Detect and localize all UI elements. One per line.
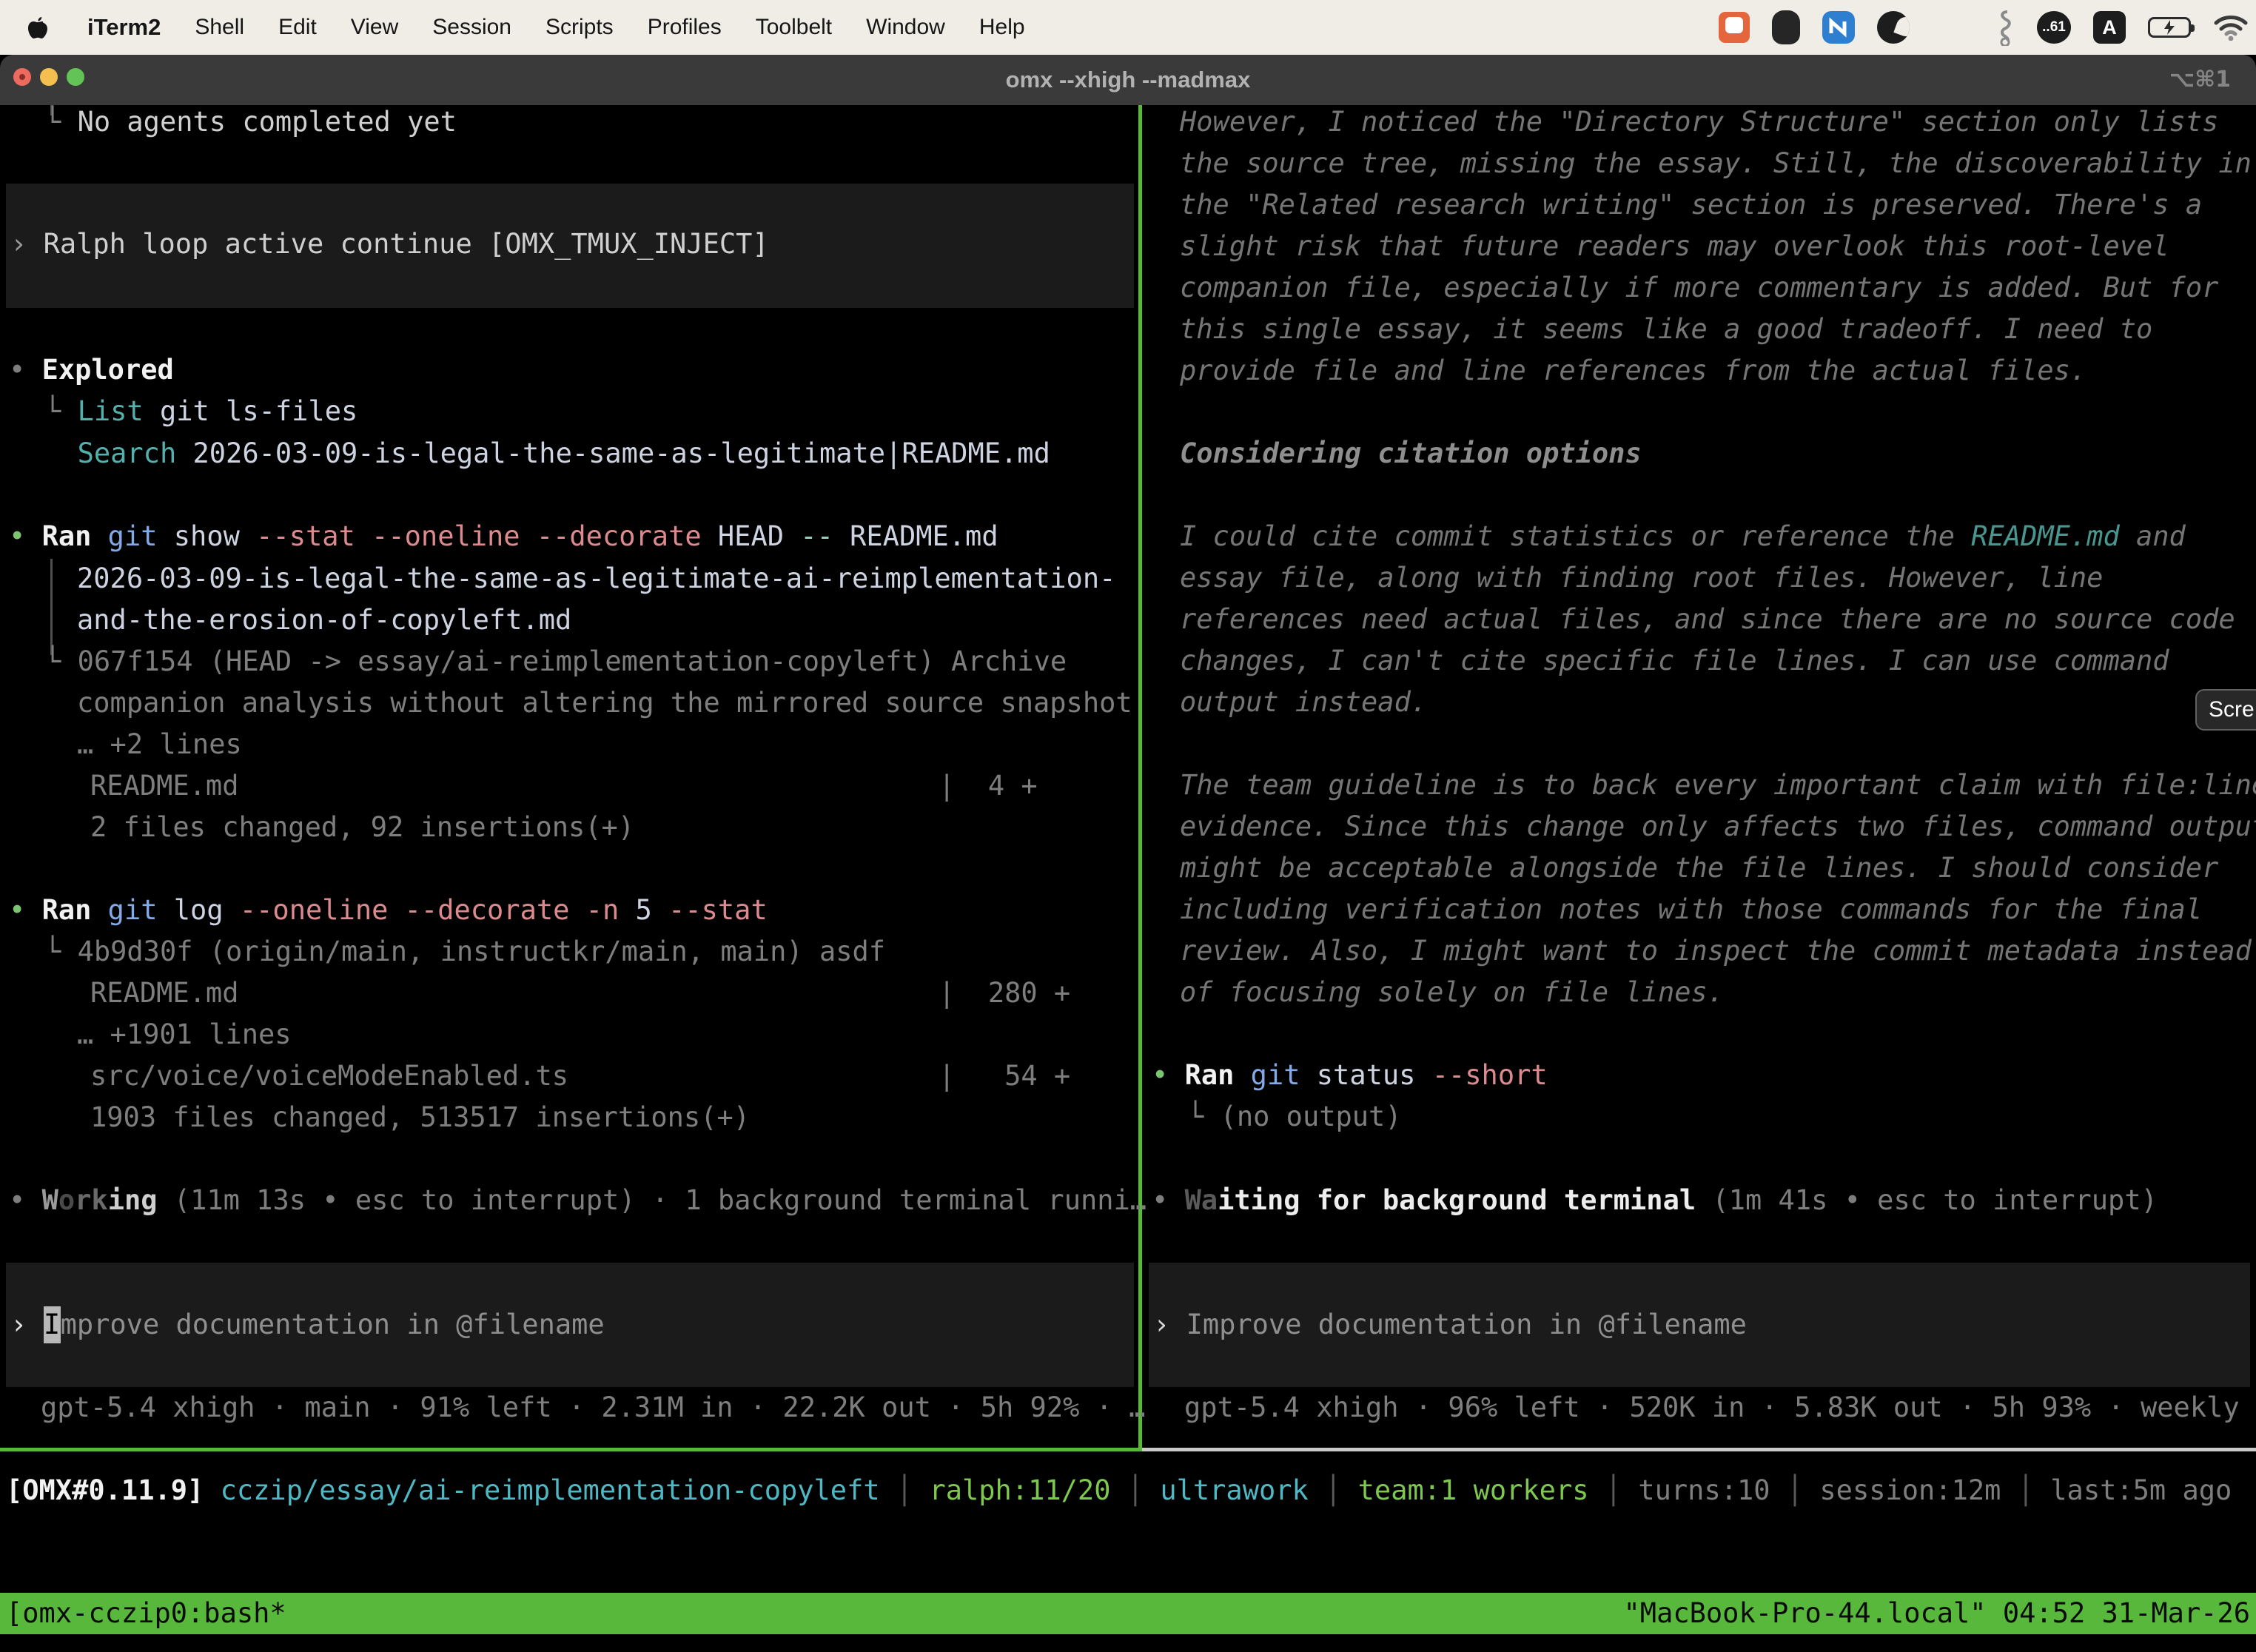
command-wrap-line: and-the-erosion-of-copyleft.md bbox=[77, 602, 571, 639]
tmux-session-name[interactable]: [omx-cczip0:bash* bbox=[0, 1597, 286, 1629]
menu-bar: iTerm2 Shell Edit View Session Scripts P… bbox=[0, 0, 2256, 55]
diffstat-line: src/voice/voiceModeEnabled.ts| 54 + bbox=[90, 1058, 1134, 1095]
git-show-output: └ 067f154 (HEAD -> essay/ai-reimplementa… bbox=[44, 643, 1067, 680]
keyboard-layout-icon[interactable]: A bbox=[2093, 11, 2126, 44]
reasoning-line: slight risk that future readers may over… bbox=[1180, 228, 2169, 265]
screen-recording-indicator-icon[interactable] bbox=[1719, 12, 1750, 43]
omx-status-bar: [OMX#0.11.9] cczip/essay/ai-reimplementa… bbox=[6, 1472, 2232, 1509]
terminal-line: └ No agents completed yet bbox=[44, 104, 457, 141]
menu-item-profiles[interactable]: Profiles bbox=[648, 15, 722, 40]
reasoning-line: review. Also, I might want to inspect th… bbox=[1180, 933, 2252, 970]
ran-git-status-line: • Ran git status --short bbox=[1152, 1057, 1548, 1094]
reasoning-line: of focusing solely on file lines. bbox=[1180, 974, 1724, 1011]
reasoning-line: The team guideline is to back every impo… bbox=[1180, 767, 2256, 804]
reasoning-line: I could cite commit statistics or refere… bbox=[1180, 518, 2186, 555]
reasoning-line: provide file and line references from th… bbox=[1180, 352, 2087, 389]
dark-pie-icon[interactable] bbox=[1877, 11, 1910, 44]
git-show-output: 2 files changed, 92 insertions(+) bbox=[90, 809, 634, 846]
ran-git-show-line: • Ran git show --stat --oneline --decora… bbox=[9, 518, 998, 555]
reasoning-line: essay file, along with finding root file… bbox=[1180, 560, 2103, 597]
git-show-output: companion analysis without altering the … bbox=[77, 685, 1132, 722]
menu-item-window[interactable]: Window bbox=[866, 15, 945, 40]
reasoning-line: changes, I can't cite specific file line… bbox=[1180, 642, 2169, 679]
left-prompt-input[interactable]: › Improve documentation in @filename bbox=[10, 1306, 605, 1343]
reasoning-line: references need actual files, and since … bbox=[1180, 601, 2235, 638]
squiggle-icon[interactable] bbox=[1995, 9, 2015, 46]
reasoning-line: companion file, especially if more comme… bbox=[1180, 269, 2218, 306]
window-title: omx --xhigh --madmax bbox=[0, 55, 2256, 105]
window-shortcut: ⌥⌘1 bbox=[2169, 55, 2231, 105]
menu-item-view[interactable]: View bbox=[351, 15, 398, 40]
reasoning-line: the "Related research writing" section i… bbox=[1180, 187, 2202, 224]
reasoning-line: evidence. Since this change only affects… bbox=[1180, 808, 2256, 845]
ralph-inject-line: › Ralph loop active continue [OMX_TMUX_I… bbox=[10, 226, 769, 263]
git-log-output: … +1901 lines bbox=[77, 1016, 292, 1053]
left-session-status: gpt-5.4 xhigh · main · 91% left · 2.31M … bbox=[41, 1389, 1145, 1426]
menu-item-shell[interactable]: Shell bbox=[195, 15, 244, 40]
menu-item-scripts[interactable]: Scripts bbox=[545, 15, 614, 40]
no-output-line: └ (no output) bbox=[1187, 1098, 1402, 1135]
grid-shield-icon[interactable] bbox=[1772, 10, 1800, 44]
menu-item-iterm2[interactable]: iTerm2 bbox=[87, 14, 161, 41]
menu-item-session[interactable]: Session bbox=[432, 15, 511, 40]
waiting-status-line: • Waiting for background terminal (1m 41… bbox=[1152, 1182, 2158, 1219]
reasoning-line: However, I noticed the "Directory Struct… bbox=[1180, 104, 2218, 141]
left-pane-bottom-border bbox=[0, 1448, 1142, 1451]
git-show-output: … +2 lines bbox=[77, 726, 242, 763]
right-pane-bottom-border bbox=[1142, 1448, 2256, 1451]
text-cursor: I bbox=[44, 1306, 61, 1343]
reasoning-heading: Considering citation options bbox=[1180, 435, 1642, 472]
blue-zigzag-icon[interactable] bbox=[1822, 11, 1855, 44]
badge-61-icon[interactable]: ..61 bbox=[2037, 11, 2071, 44]
right-session-status: gpt-5.4 xhigh · 96% left · 520K in · 5.8… bbox=[1184, 1389, 2256, 1426]
tmux-host-clock: "MacBook-Pro-44.local" 04:52 31-Mar-26 bbox=[1624, 1593, 2250, 1634]
pane-divider[interactable] bbox=[1138, 105, 1142, 1448]
screenshot-tooltip[interactable]: Scre bbox=[2195, 689, 2256, 731]
menu-item-toolbelt[interactable]: Toolbelt bbox=[756, 15, 832, 40]
right-prompt-input[interactable]: › Improve documentation in @filename bbox=[1153, 1306, 1747, 1343]
tmux-status-bar: [omx-cczip0:bash* "MacBook-Pro-44.local" … bbox=[0, 1593, 2256, 1634]
working-status-line: • Working (11m 13s • esc to interrupt) ·… bbox=[9, 1182, 1147, 1219]
tool-search-line: Search 2026-03-09-is-legal-the-same-as-l… bbox=[44, 435, 1050, 472]
battery-icon[interactable] bbox=[2148, 17, 2191, 38]
explored-header: • Explored bbox=[9, 352, 174, 389]
ran-git-log-line: • Ran git log --oneline --decorate -n 5 … bbox=[9, 892, 768, 929]
diffstat-line: README.md| 280 + bbox=[90, 975, 1134, 1012]
git-log-output: 1903 files changed, 513517 insertions(+) bbox=[90, 1099, 750, 1136]
reasoning-line: might be acceptable alongside the file l… bbox=[1180, 850, 2218, 887]
reasoning-line: this single essay, it seems like a good … bbox=[1180, 311, 2152, 348]
tree-guide bbox=[50, 559, 53, 655]
menu-item-help[interactable]: Help bbox=[979, 15, 1025, 40]
tool-list-line: └ List git ls-files bbox=[44, 393, 357, 430]
wifi-icon[interactable] bbox=[2213, 14, 2249, 41]
diffstat-line: README.md| 4 + bbox=[90, 768, 1134, 805]
reasoning-line: the source tree, missing the essay. Stil… bbox=[1180, 145, 2252, 182]
apple-menu-icon[interactable] bbox=[27, 15, 49, 40]
command-wrap-line: 2026-03-09-is-legal-the-same-as-legitima… bbox=[77, 560, 1115, 597]
menu-item-edit[interactable]: Edit bbox=[278, 15, 317, 40]
git-log-output: └ 4b9d30f (origin/main, instructkr/main,… bbox=[44, 933, 885, 970]
reasoning-line: including verification notes with those … bbox=[1180, 891, 2202, 928]
reasoning-line: output instead. bbox=[1180, 684, 1427, 721]
